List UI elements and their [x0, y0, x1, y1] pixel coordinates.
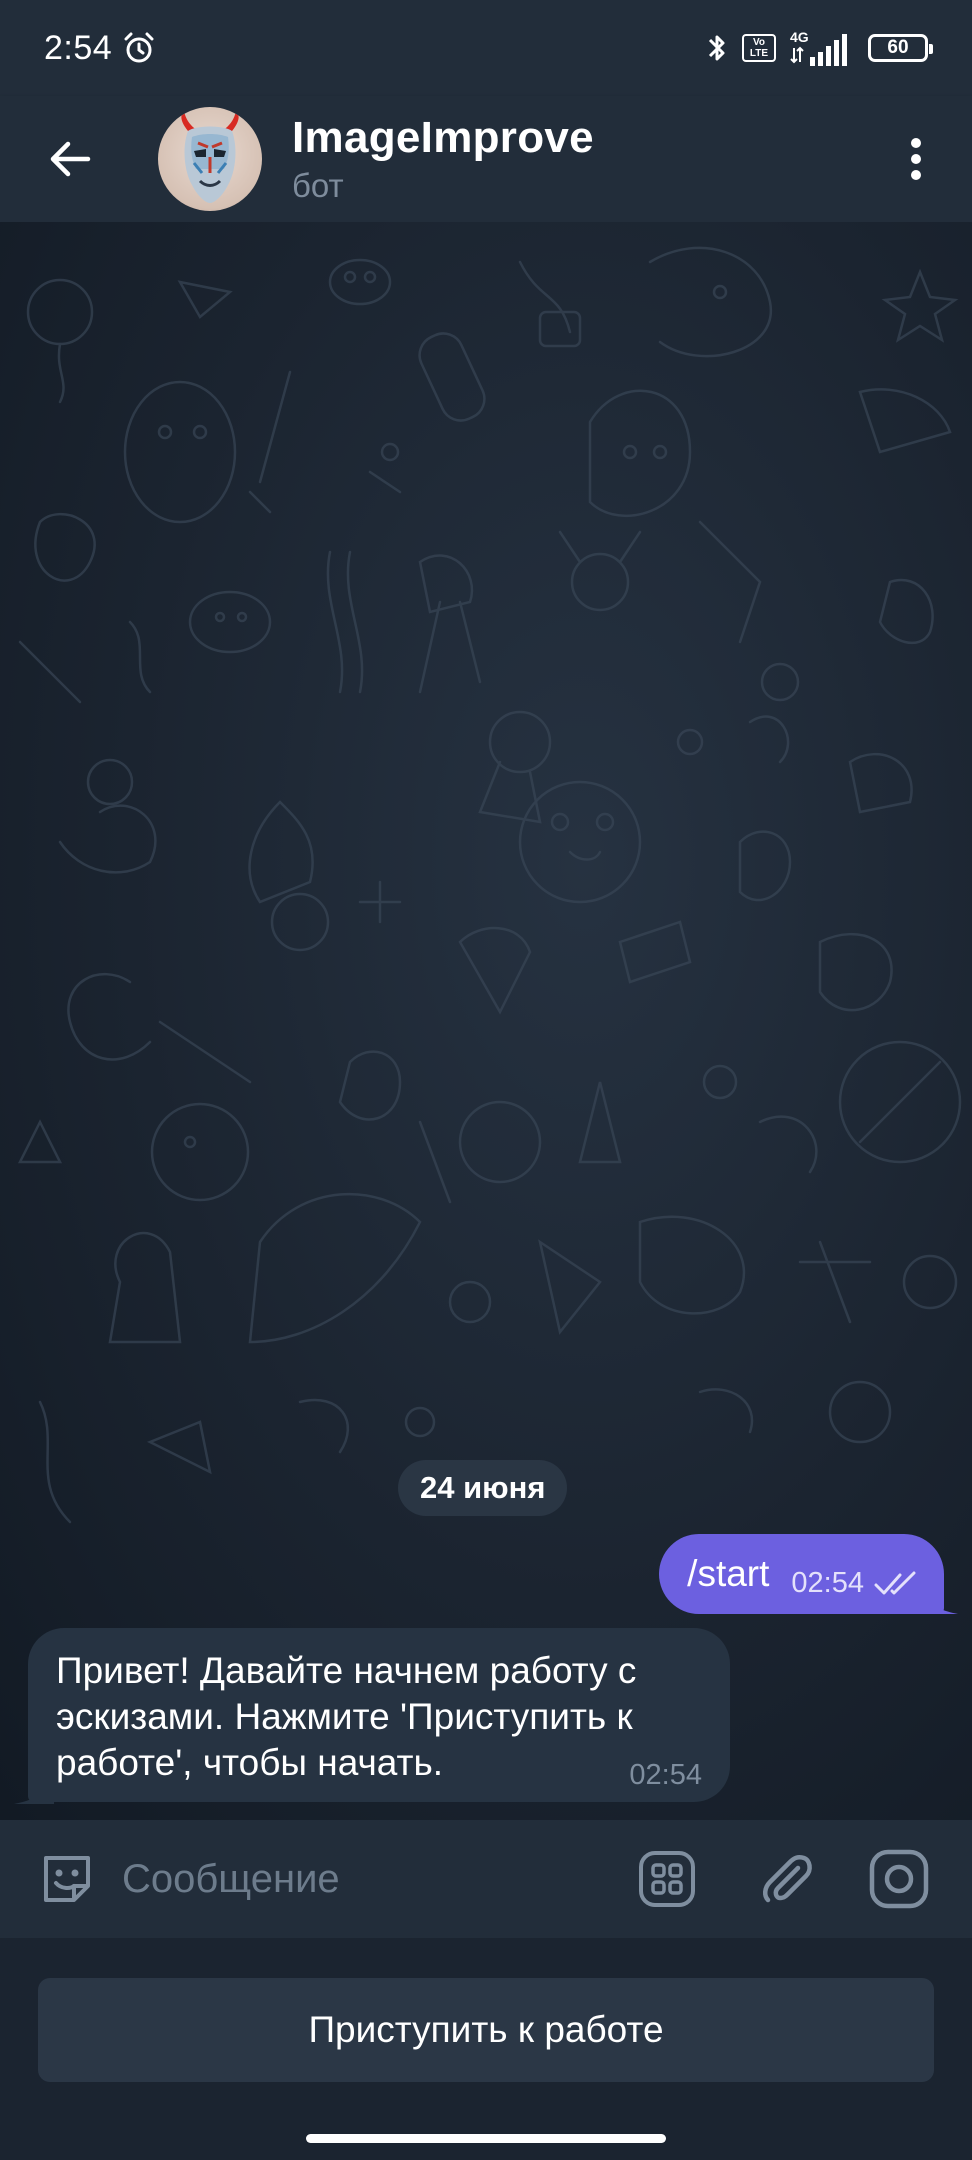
bot-keyboard: Приступить к работе: [0, 1938, 972, 2160]
message-input[interactable]: [122, 1844, 622, 1914]
volte-icon: Vo LTE: [742, 34, 776, 62]
more-menu-button[interactable]: [886, 109, 946, 209]
back-button[interactable]: [20, 109, 120, 209]
chat-title: ImageImprove: [292, 113, 594, 162]
message-text: /start: [687, 1553, 770, 1594]
more-vertical-icon: [911, 138, 921, 180]
svg-text:4G: 4G: [790, 29, 809, 45]
message-time: 02:54: [629, 1759, 702, 1791]
message-time: 02:54: [791, 1566, 864, 1599]
battery-icon: 60: [868, 34, 933, 62]
header-text[interactable]: ImageImprove бот: [292, 113, 594, 205]
telegram-chat-screen: 2:54 Vo LTE 4G 60 ImageImprove бот 24 ию…: [0, 0, 972, 2160]
sticker-icon[interactable]: [34, 1846, 100, 1912]
status-time: 2:54: [44, 28, 113, 67]
signal-icon: 4G: [790, 29, 847, 66]
date-separator: 24 июня: [398, 1460, 568, 1516]
chat-subtitle: бот: [292, 167, 344, 204]
status-icons: Vo LTE 4G 60: [704, 28, 933, 68]
bluetooth-icon: [708, 35, 725, 61]
chat-area[interactable]: 24 июня /start 02:54 Привет! Давайте нач…: [0, 222, 972, 1820]
camera-icon[interactable]: [866, 1846, 932, 1912]
message-input-bar: [0, 1820, 972, 1938]
bot-menu-icon[interactable]: [634, 1846, 700, 1912]
outgoing-message[interactable]: /start 02:54: [659, 1534, 944, 1614]
mask-avatar-image: [181, 111, 239, 203]
double-check-icon: [874, 1571, 916, 1595]
message-meta: 02:54: [791, 1567, 918, 1600]
start-work-button[interactable]: Приступить к работе: [38, 1978, 934, 2082]
paperclip-icon[interactable]: [754, 1846, 820, 1912]
alarm-icon: [124, 32, 154, 63]
chat-header: ImageImprove бот: [0, 96, 972, 222]
back-arrow-icon: [50, 141, 91, 177]
home-indicator[interactable]: [306, 2134, 666, 2143]
avatar[interactable]: [158, 107, 262, 211]
message-text: Привет! Давайте начнем работу с эскизами…: [56, 1650, 637, 1783]
status-bar: 2:54 Vo LTE 4G 60: [0, 0, 972, 96]
incoming-message[interactable]: Привет! Давайте начнем работу с эскизами…: [28, 1628, 730, 1802]
